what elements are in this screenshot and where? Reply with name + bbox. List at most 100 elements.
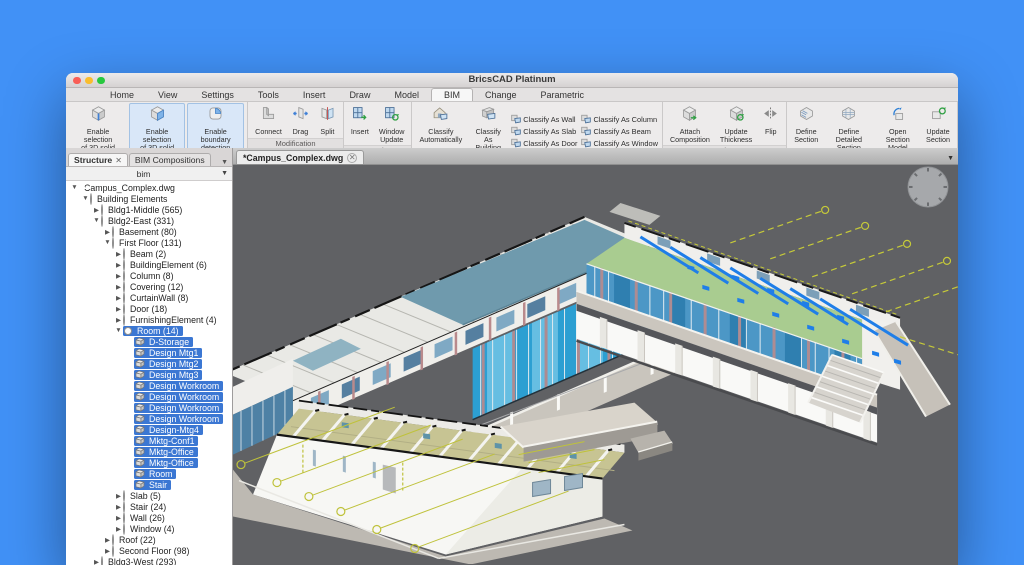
button-flip[interactable]: Flip: [758, 103, 783, 145]
disclosure-closed-icon[interactable]: ▶: [103, 228, 112, 236]
button-window-update[interactable]: Window Update: [375, 103, 409, 145]
tree-node-mktg-office[interactable]: Mktg-Office: [66, 457, 232, 468]
button-update-thickness[interactable]: Update Thickness: [716, 103, 756, 145]
disclosure-closed-icon[interactable]: ▶: [114, 250, 123, 258]
disclosure-open-icon[interactable]: ▼: [70, 184, 79, 191]
viewport-3d[interactable]: [233, 165, 958, 565]
node-circle-icon: [112, 534, 114, 546]
title-bar[interactable]: BricsCAD Platinum: [66, 73, 958, 88]
tree-node-roof-22[interactable]: ▶Roof (22): [66, 534, 232, 545]
disclosure-closed-icon[interactable]: ▶: [114, 305, 123, 313]
button-classify-as-column[interactable]: Classify As Column: [581, 114, 657, 125]
document-tab-label: *Campus_Complex.dwg: [243, 153, 343, 163]
disclosure-closed-icon[interactable]: ▶: [114, 261, 123, 269]
button-define-section[interactable]: Define Section: [790, 103, 822, 152]
tree-node-mktg-office[interactable]: Mktg-Office: [66, 446, 232, 457]
button-label: Update Section: [926, 128, 950, 144]
disclosure-closed-icon[interactable]: ▶: [114, 294, 123, 302]
close-panel-icon[interactable]: ✕: [115, 156, 122, 165]
tree-node-bldg3-west-293[interactable]: ▶Bldg3-West (293): [66, 556, 232, 565]
disclosure-open-icon[interactable]: ▼: [81, 195, 90, 202]
disclosure-closed-icon[interactable]: ▶: [114, 272, 123, 280]
tree-node-window-4[interactable]: ▶Window (4): [66, 523, 232, 534]
button-define-detailed-section[interactable]: Define Detailed Section: [824, 103, 873, 152]
button-split[interactable]: Split: [315, 103, 340, 138]
tree-node-design-mtg2[interactable]: Design Mtg2: [66, 358, 232, 369]
ribbon-tab-settings[interactable]: Settings: [189, 89, 246, 101]
tree-node-design-workroom[interactable]: Design Workroom: [66, 380, 232, 391]
tree-node-label: Basement (80): [117, 227, 179, 237]
tree-node-wall-26[interactable]: ▶Wall (26): [66, 512, 232, 523]
tree-node-second-floor-98[interactable]: ▶Second Floor (98): [66, 545, 232, 556]
tree-node-d-storage[interactable]: D-Storage: [66, 336, 232, 347]
button-classify-as-beam[interactable]: Classify As Beam: [581, 126, 657, 137]
disclosure-closed-icon[interactable]: ▶: [114, 283, 123, 291]
tree-node-buildingelement-6[interactable]: ▶BuildingElement (6): [66, 259, 232, 270]
disclosure-closed-icon[interactable]: ▶: [114, 316, 123, 324]
panel-overflow-caret-icon[interactable]: ▼: [221, 159, 230, 166]
tree-node-slab-5[interactable]: ▶Slab (5): [66, 490, 232, 501]
disclosure-closed-icon[interactable]: ▶: [114, 492, 123, 500]
tree-node-bldg1-middle-565[interactable]: ▶Bldg1-Middle (565): [66, 204, 232, 215]
disclosure-closed-icon[interactable]: ▶: [103, 547, 112, 555]
tree-node-stair[interactable]: Stair: [66, 479, 232, 490]
tree-node-design-workroom[interactable]: Design Workroom: [66, 413, 232, 424]
disclosure-closed-icon[interactable]: ▶: [114, 503, 123, 511]
tree-node-furnishingelement-4[interactable]: ▶FurnishingElement (4): [66, 314, 232, 325]
tree-node-first-floor-131[interactable]: ▼First Floor (131): [66, 237, 232, 248]
disclosure-closed-icon[interactable]: ▶: [114, 525, 123, 533]
tree-node-room-14[interactable]: ▼Room (14): [66, 325, 232, 336]
button-update-section[interactable]: Update Section: [922, 103, 954, 152]
close-document-icon[interactable]: ✕: [347, 153, 357, 163]
tree-node-curtainwall-8[interactable]: ▶CurtainWall (8): [66, 292, 232, 303]
tree-node-content: Mktg-Conf1: [134, 436, 198, 446]
disclosure-closed-icon[interactable]: ▶: [103, 536, 112, 544]
tree-node-label: Design Mtg3: [147, 370, 200, 380]
ribbon-tab-view[interactable]: View: [146, 89, 189, 101]
tree-node-stair-24[interactable]: ▶Stair (24): [66, 501, 232, 512]
tree-node-design-workroom[interactable]: Design Workroom: [66, 391, 232, 402]
panel-tab-structure[interactable]: Structure✕: [68, 153, 128, 166]
button-label: Classify As Slab: [523, 127, 576, 136]
structure-filter-dropdown[interactable]: bim ▼: [66, 167, 232, 181]
ribbon-tab-bim[interactable]: BIM: [431, 88, 473, 101]
ribbon-tab-home[interactable]: Home: [98, 89, 146, 101]
disclosure-open-icon[interactable]: ▼: [114, 327, 123, 334]
node-circle-icon: [123, 248, 125, 260]
view-compass[interactable]: [908, 167, 948, 207]
ribbon-tab-parametric[interactable]: Parametric: [529, 89, 597, 101]
ribbon-tab-insert[interactable]: Insert: [291, 89, 338, 101]
tree-node-campus-complex-dwg[interactable]: ▼Campus_Complex.dwg: [66, 182, 232, 193]
disclosure-open-icon[interactable]: ▼: [92, 217, 101, 224]
tree-node-room[interactable]: Room: [66, 468, 232, 479]
tree-node-design-mtg4[interactable]: Design-Mtg4: [66, 424, 232, 435]
button-drag[interactable]: Drag: [288, 103, 313, 138]
ribbon-tab-tools[interactable]: Tools: [246, 89, 291, 101]
disclosure-closed-icon[interactable]: ▶: [114, 514, 123, 522]
tree-node-building-elements[interactable]: ▼Building Elements: [66, 193, 232, 204]
button-connect[interactable]: Connect: [251, 103, 286, 138]
panel-tab-bim-compositions[interactable]: BIM Compositions: [129, 153, 211, 166]
document-tab[interactable]: *Campus_Complex.dwg ✕: [236, 150, 364, 164]
tree-node-mktg-conf1[interactable]: Mktg-Conf1: [66, 435, 232, 446]
tree-node-door-18[interactable]: ▶Door (18): [66, 303, 232, 314]
tree-node-column-8[interactable]: ▶Column (8): [66, 270, 232, 281]
tree-node-design-workroom[interactable]: Design Workroom: [66, 402, 232, 413]
button-open-section-model[interactable]: Open Section Model: [875, 103, 920, 152]
tree-node-beam-2[interactable]: ▶Beam (2): [66, 248, 232, 259]
tree-node-covering-12[interactable]: ▶Covering (12): [66, 281, 232, 292]
button-attach-composition[interactable]: Attach Composition: [666, 103, 714, 145]
disclosure-closed-icon[interactable]: ▶: [92, 558, 101, 565]
tree-node-basement-80[interactable]: ▶ Basement (80): [66, 226, 232, 237]
ribbon-tab-draw[interactable]: Draw: [337, 89, 382, 101]
tree-node-design-mtg3[interactable]: Design Mtg3: [66, 369, 232, 380]
node-circle-icon: [101, 204, 103, 216]
tree-node-design-mtg1[interactable]: Design Mtg1: [66, 347, 232, 358]
disclosure-closed-icon[interactable]: ▶: [92, 206, 101, 214]
ribbon-tab-change[interactable]: Change: [473, 89, 529, 101]
tree-node-bldg2-east-331[interactable]: ▼Bldg2-East (331): [66, 215, 232, 226]
button-insert[interactable]: Insert: [347, 103, 373, 145]
disclosure-open-icon[interactable]: ▼: [103, 239, 112, 246]
tab-list-caret-icon[interactable]: ▼: [947, 155, 958, 164]
ribbon-tab-model[interactable]: Model: [382, 89, 431, 101]
